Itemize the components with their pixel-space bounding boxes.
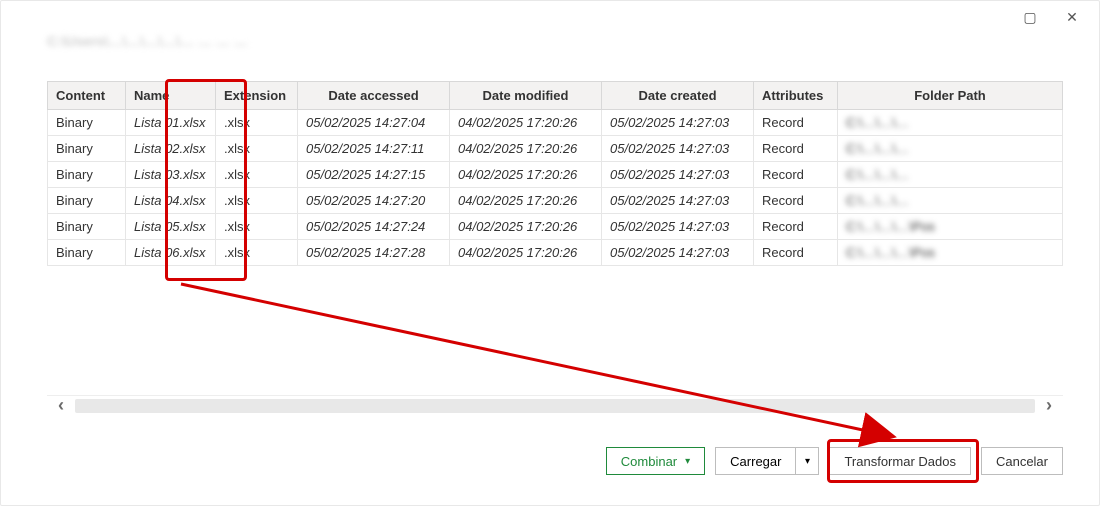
col-name[interactable]: Name: [126, 82, 216, 110]
cell-modified: 04/02/2025 17:20:26: [450, 188, 602, 214]
preview-table-container: Content Name Extension Date accessed Dat…: [47, 81, 1063, 411]
table-row[interactable]: BinaryLista 06.xlsx.xlsx05/02/2025 14:27…: [48, 240, 1063, 266]
load-dropdown[interactable]: ▾: [795, 447, 819, 475]
cell-accessed: 05/02/2025 14:27:20: [298, 188, 450, 214]
cell-accessed: 05/02/2025 14:27:24: [298, 214, 450, 240]
cell-accessed: 05/02/2025 14:27:04: [298, 110, 450, 136]
cell-attr: Record: [754, 136, 838, 162]
horizontal-scrollbar[interactable]: ‹ ›: [47, 395, 1063, 415]
cancel-label: Cancelar: [996, 454, 1048, 469]
transform-data-button[interactable]: Transformar Dados: [829, 447, 971, 475]
cell-name: Lista 02.xlsx: [126, 136, 216, 162]
table-row[interactable]: BinaryLista 05.xlsx.xlsx05/02/2025 14:27…: [48, 214, 1063, 240]
combine-button[interactable]: Combinar ▾: [606, 447, 705, 475]
scroll-left-button[interactable]: ‹: [47, 395, 75, 416]
preview-table: Content Name Extension Date accessed Dat…: [47, 81, 1063, 266]
transform-label: Transformar Dados: [844, 454, 956, 469]
dialog-path: C:\Users\…\…\…\…\… … … …: [1, 33, 1099, 59]
col-attributes[interactable]: Attributes: [754, 82, 838, 110]
cell-folder: C:\…\…\…: [838, 162, 1063, 188]
col-folder-path[interactable]: Folder Path: [838, 82, 1063, 110]
chevron-down-icon: ▾: [805, 456, 810, 467]
cell-content: Binary: [48, 214, 126, 240]
cell-modified: 04/02/2025 17:20:26: [450, 214, 602, 240]
cell-attr: Record: [754, 188, 838, 214]
load-label: Carregar: [730, 454, 781, 469]
cell-name: Lista 04.xlsx: [126, 188, 216, 214]
cell-attr: Record: [754, 162, 838, 188]
cell-folder: C:\…\…\…\Pos: [838, 240, 1063, 266]
cell-attr: Record: [754, 110, 838, 136]
close-button[interactable]: ✕: [1051, 3, 1093, 31]
cell-name: Lista 03.xlsx: [126, 162, 216, 188]
close-icon: ✕: [1066, 9, 1078, 26]
cell-ext: .xlsx: [216, 214, 298, 240]
table-row[interactable]: BinaryLista 01.xlsx.xlsx05/02/2025 14:27…: [48, 110, 1063, 136]
maximize-button[interactable]: ▢: [1009, 3, 1051, 31]
cell-name: Lista 01.xlsx: [126, 110, 216, 136]
cell-created: 05/02/2025 14:27:03: [602, 136, 754, 162]
cell-content: Binary: [48, 110, 126, 136]
cell-created: 05/02/2025 14:27:03: [602, 240, 754, 266]
cell-content: Binary: [48, 162, 126, 188]
cell-modified: 04/02/2025 17:20:26: [450, 240, 602, 266]
cell-ext: .xlsx: [216, 162, 298, 188]
header-row: Content Name Extension Date accessed Dat…: [48, 82, 1063, 110]
cell-name: Lista 06.xlsx: [126, 240, 216, 266]
maximize-icon: ▢: [1023, 9, 1036, 26]
footer-buttons: Combinar ▾ Carregar ▾ Transformar Dados …: [47, 447, 1063, 475]
titlebar: ▢ ✕: [1, 1, 1099, 33]
cancel-button[interactable]: Cancelar: [981, 447, 1063, 475]
cell-name: Lista 05.xlsx: [126, 214, 216, 240]
cell-ext: .xlsx: [216, 188, 298, 214]
cell-folder: C:\…\…\…\Pos: [838, 214, 1063, 240]
col-accessed[interactable]: Date accessed: [298, 82, 450, 110]
cell-accessed: 05/02/2025 14:27:15: [298, 162, 450, 188]
cell-content: Binary: [48, 136, 126, 162]
cell-folder: C:\…\…\…: [838, 136, 1063, 162]
cell-created: 05/02/2025 14:27:03: [602, 188, 754, 214]
cell-attr: Record: [754, 214, 838, 240]
table-body: BinaryLista 01.xlsx.xlsx05/02/2025 14:27…: [48, 110, 1063, 266]
col-modified[interactable]: Date modified: [450, 82, 602, 110]
scroll-right-button[interactable]: ›: [1035, 395, 1063, 416]
cell-created: 05/02/2025 14:27:03: [602, 214, 754, 240]
cell-ext: .xlsx: [216, 110, 298, 136]
cell-folder: C:\…\…\…: [838, 110, 1063, 136]
cell-accessed: 05/02/2025 14:27:28: [298, 240, 450, 266]
col-extension[interactable]: Extension: [216, 82, 298, 110]
cell-attr: Record: [754, 240, 838, 266]
cell-created: 05/02/2025 14:27:03: [602, 162, 754, 188]
table-row[interactable]: BinaryLista 03.xlsx.xlsx05/02/2025 14:27…: [48, 162, 1063, 188]
chevron-down-icon: ▾: [685, 456, 690, 467]
cell-content: Binary: [48, 240, 126, 266]
cell-ext: .xlsx: [216, 136, 298, 162]
navigator-dialog: ▢ ✕ C:\Users\…\…\…\…\… … … … Content Nam…: [0, 0, 1100, 506]
cell-created: 05/02/2025 14:27:03: [602, 110, 754, 136]
load-split-button: Carregar ▾: [715, 447, 819, 475]
cell-modified: 04/02/2025 17:20:26: [450, 110, 602, 136]
table-row[interactable]: BinaryLista 02.xlsx.xlsx05/02/2025 14:27…: [48, 136, 1063, 162]
load-button[interactable]: Carregar: [715, 447, 795, 475]
cell-modified: 04/02/2025 17:20:26: [450, 162, 602, 188]
cell-ext: .xlsx: [216, 240, 298, 266]
combine-label: Combinar: [621, 454, 677, 469]
cell-folder: C:\…\…\…: [838, 188, 1063, 214]
col-content[interactable]: Content: [48, 82, 126, 110]
table-row[interactable]: BinaryLista 04.xlsx.xlsx05/02/2025 14:27…: [48, 188, 1063, 214]
cell-accessed: 05/02/2025 14:27:11: [298, 136, 450, 162]
scroll-track[interactable]: [75, 399, 1035, 413]
cell-modified: 04/02/2025 17:20:26: [450, 136, 602, 162]
col-created[interactable]: Date created: [602, 82, 754, 110]
cell-content: Binary: [48, 188, 126, 214]
